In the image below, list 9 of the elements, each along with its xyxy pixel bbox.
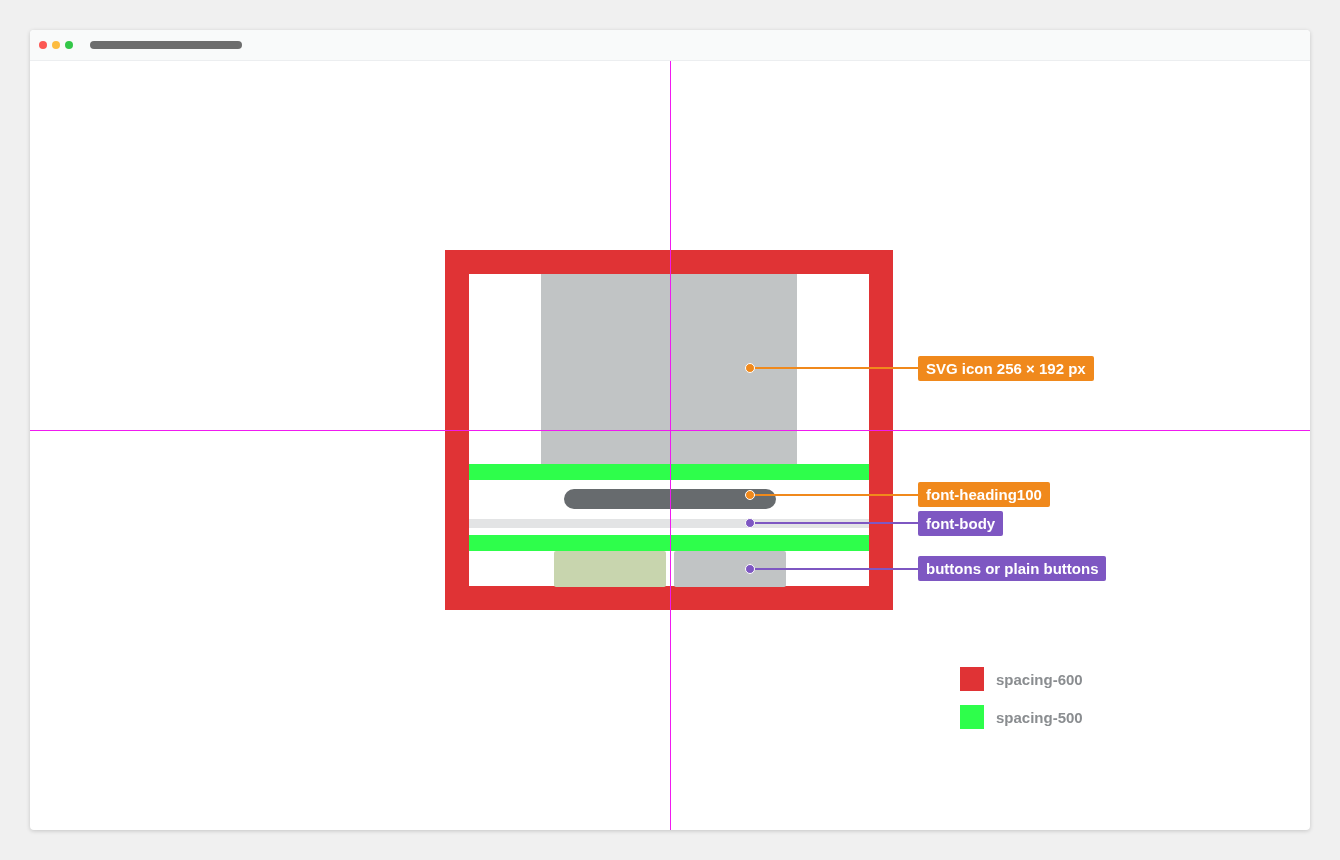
annotation-label: font-heading100 [918, 482, 1050, 507]
annotation-label: font-body [918, 511, 1004, 536]
maximize-button[interactable] [65, 41, 73, 49]
legend-label: spacing-600 [996, 670, 1083, 688]
close-button[interactable] [39, 41, 47, 49]
annotation-label: SVG icon 256 × 192 px [918, 356, 1094, 381]
minimize-button[interactable] [52, 41, 60, 49]
annotation-label: buttons or plain buttons [918, 556, 1107, 581]
legend-label: spacing-500 [996, 708, 1083, 726]
